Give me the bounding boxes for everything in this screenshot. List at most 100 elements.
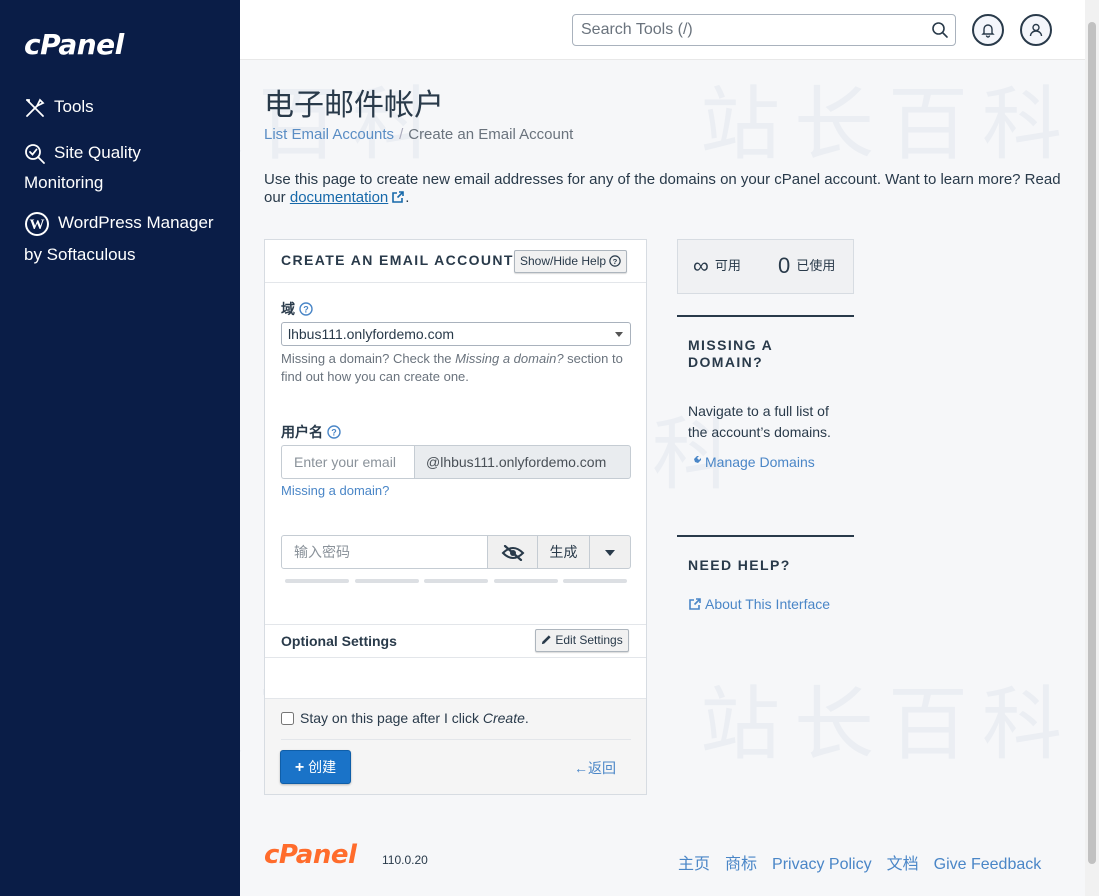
about-interface-link[interactable]: About This Interface (688, 596, 830, 612)
infinity-icon: ∞ (693, 253, 709, 278)
manage-domains-link[interactable]: Manage Domains (688, 454, 815, 470)
svg-text:?: ? (303, 305, 309, 315)
sidebar-item-label: Tools (54, 97, 94, 116)
version-text: 110.0.20 (382, 853, 428, 867)
back-link-label: 返回 (588, 760, 616, 776)
generate-options-dropdown[interactable] (589, 535, 631, 569)
notifications-button[interactable] (972, 14, 1004, 46)
help-icon[interactable]: ? (327, 425, 341, 439)
toggle-password-visibility-button[interactable] (487, 535, 538, 569)
svg-text:W: W (30, 217, 45, 233)
back-link[interactable]: ←返回 (574, 758, 616, 778)
search-icon[interactable] (931, 21, 949, 39)
username-label-text: 用户名 (281, 424, 323, 440)
create-button[interactable]: + 创建 (280, 750, 351, 784)
sidebar-item-site-quality[interactable]: Site Quality (24, 138, 141, 168)
intro-text: Use this page to create new email addres… (264, 171, 1064, 207)
domain-select[interactable]: lhbus111.onlyfordemo.com (281, 322, 631, 346)
watermark: 站长百科 (700, 678, 1076, 771)
used-value: 0 (778, 253, 791, 278)
stay-label-end: . (524, 710, 529, 726)
password-strength-segment (494, 579, 558, 583)
wrench-icon (689, 456, 701, 468)
available-stat: ∞ 可用 (693, 254, 741, 278)
need-help-heading: NEED HELP? (688, 557, 791, 573)
show-hide-help-button[interactable]: Show/Hide Help ? (514, 250, 628, 273)
stay-on-page-option[interactable]: Stay on this page after I click Create. (281, 710, 529, 726)
tools-icon (24, 97, 46, 119)
username-label: 用户名? (281, 422, 341, 442)
svg-text:?: ? (613, 257, 618, 266)
missing-domain-heading: MISSING A DOMAIN? (688, 337, 773, 371)
sidebar-item-label: Site Quality (54, 143, 141, 162)
password-strength-segment (563, 579, 627, 583)
search-box (572, 14, 956, 46)
breadcrumb-link[interactable]: List Email Accounts (264, 126, 394, 143)
footer-link-home[interactable]: 主页 (678, 856, 710, 873)
email-quota-stats: ∞ 可用 0 已使用 (677, 239, 854, 294)
username-input[interactable] (281, 445, 415, 479)
wordpress-icon: W (24, 211, 50, 237)
used-stat: 0 已使用 (778, 254, 835, 278)
stay-label: Stay on this page after I click (300, 710, 483, 726)
footer-link-feedback[interactable]: Give Feedback (934, 856, 1042, 873)
help-circle-icon: ? (609, 255, 622, 267)
watermark: 站长百科 (700, 78, 1076, 171)
missing-domain-heading-1: MISSING A (688, 337, 774, 353)
card-title: CREATE AN EMAIL ACCOUNT (281, 252, 514, 268)
documentation-link[interactable]: documentation (290, 189, 388, 206)
topbar (240, 0, 1085, 60)
password-strength-segment (355, 579, 419, 583)
domain-hint: Missing a domain? Check the Missing a do… (281, 350, 636, 386)
external-link-icon[interactable] (391, 190, 405, 204)
arrow-left-icon: ← (574, 760, 588, 776)
available-label: 可用 (714, 258, 741, 273)
help-icon[interactable]: ? (299, 302, 313, 316)
create-email-card: CREATE AN EMAIL ACCOUNT Show/Hide Help ?… (264, 239, 647, 795)
card-footer: Stay on this page after I click Create. … (265, 698, 646, 794)
generate-password-button[interactable]: 生成 (537, 535, 590, 569)
pencil-icon (541, 635, 551, 645)
card-header: CREATE AN EMAIL ACCOUNT Show/Hide Help ? (265, 240, 646, 283)
show-hide-help-label: Show/Hide Help (520, 254, 607, 268)
breadcrumb: List Email Accounts / Create an Email Acco… (264, 126, 573, 143)
footer-links: 主页 商标 Privacy Policy 文档 Give Feedback (678, 850, 1056, 874)
search-input[interactable] (573, 15, 923, 45)
user-menu-button[interactable] (1020, 14, 1052, 46)
intro-end: . (405, 189, 410, 206)
username-domain-suffix: @lhbus111.onlyfordemo.com (414, 445, 631, 479)
about-interface-label: About This Interface (705, 596, 831, 612)
missing-domain-text: Navigate to a full list of the account’s… (688, 403, 831, 440)
edit-settings-button[interactable]: Edit Settings (535, 629, 629, 652)
stay-label-em: Create (482, 710, 525, 726)
domain-select-value: lhbus111.onlyfordemo.com (288, 326, 455, 342)
scrollbar-thumb[interactable] (1088, 22, 1096, 864)
scrollbar[interactable] (1085, 0, 1099, 896)
bell-icon (981, 24, 995, 38)
password-strength-segment (424, 579, 488, 583)
edit-settings-label: Edit Settings (555, 633, 623, 647)
site-quality-icon (24, 143, 46, 165)
svg-text:?: ? (331, 428, 337, 438)
domain-label: 域? (281, 299, 313, 319)
sidebar-item-label-cont[interactable]: Monitoring (24, 168, 103, 198)
missing-domain-link[interactable]: Missing a domain? (281, 483, 389, 498)
optional-settings-header: Optional Settings Edit Settings (265, 624, 646, 658)
external-link-icon (689, 598, 701, 610)
password-input[interactable] (281, 535, 488, 569)
sidebar-item-label-cont[interactable]: by Softaculous (24, 240, 136, 270)
sidebar-item-tools[interactable]: Tools (24, 92, 94, 122)
used-label: 已使用 (796, 258, 836, 273)
sidebar-item-wordpress[interactable]: W WordPress Manager (24, 208, 214, 238)
footer-cpanel-logo[interactable]: cPanel (264, 840, 357, 870)
divider (281, 739, 631, 740)
footer-link-docs[interactable]: 文档 (887, 856, 919, 873)
cpanel-logo[interactable]: cPanel (24, 28, 124, 61)
sidebar-item-label: WordPress Manager (58, 213, 214, 232)
footer-link-privacy[interactable]: Privacy Policy (772, 856, 872, 873)
chevron-down-icon (615, 332, 623, 337)
domain-hint-1: Missing a domain? Check the (281, 351, 456, 366)
stay-on-page-checkbox[interactable] (281, 712, 294, 725)
domain-hint-em: Missing a domain? (455, 351, 564, 366)
footer-link-trademarks[interactable]: 商标 (725, 856, 757, 873)
